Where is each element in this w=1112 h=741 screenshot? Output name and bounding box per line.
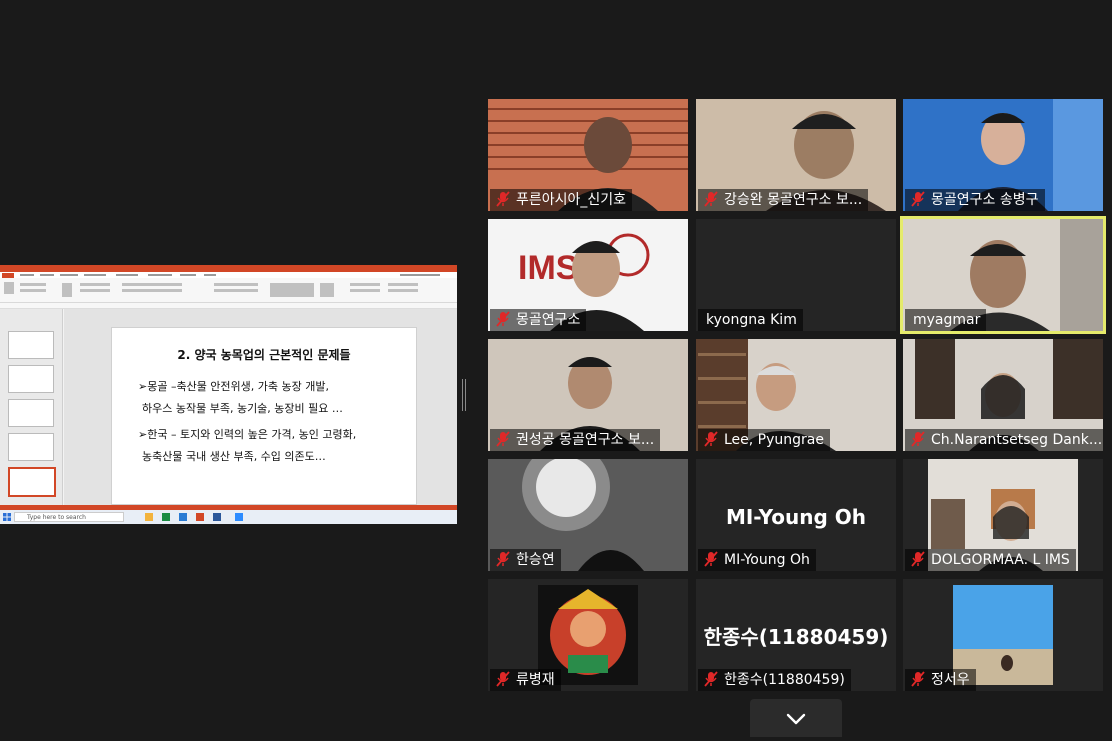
- video-tile[interactable]: DOLGORMAA. L IMS: [903, 459, 1103, 571]
- microphone-muted-icon: [496, 191, 510, 207]
- slide-thumbnail[interactable]: [8, 433, 54, 461]
- participant-display-name: 한종수(11880459): [703, 625, 889, 649]
- windows-taskbar: Type here to search: [0, 510, 457, 524]
- participant-name: 몽골연구소 송병구: [931, 192, 1039, 208]
- slide-bullet: 농축산물 국내 생산 부족, 수입 의존도…: [142, 450, 326, 463]
- participant-name: 몽골연구소: [516, 312, 581, 328]
- windows-start-icon[interactable]: [3, 513, 11, 521]
- participant-name: 한승연: [516, 552, 555, 568]
- participant-name-label: myagmar: [905, 309, 987, 331]
- participant-name-label: 몽골연구소 송병구: [905, 189, 1045, 211]
- file-explorer-icon[interactable]: [145, 513, 153, 521]
- participant-name-label: Lee, Pyungrae: [698, 429, 830, 451]
- video-tile[interactable]: 류병재: [488, 579, 688, 691]
- microphone-muted-icon: [911, 431, 925, 447]
- microphone-muted-icon: [496, 311, 510, 327]
- microphone-muted-icon: [911, 551, 925, 567]
- participant-name-label: 권성공 몽골연구소 보...: [490, 429, 661, 451]
- slide-thumbnail[interactable]: [8, 365, 54, 393]
- microphone-muted-icon: [496, 671, 510, 687]
- chrome-icon[interactable]: [162, 513, 170, 521]
- zoom-icon[interactable]: [235, 513, 243, 521]
- video-tile[interactable]: 정서우: [903, 579, 1103, 691]
- microphone-muted-icon: [496, 551, 510, 567]
- slide-bullet: 하우스 농작물 부족, 농기술, 농장비 필요 …: [142, 402, 343, 415]
- video-tile[interactable]: 푸른아시아_신기호: [488, 99, 688, 211]
- participant-name: Lee, Pyungrae: [724, 432, 824, 448]
- participant-name: kyongna Kim: [706, 312, 797, 328]
- video-tile[interactable]: 몽골연구소 송병구: [903, 99, 1103, 211]
- participant-name: 푸른아시아_신기호: [516, 192, 627, 208]
- participant-name-label: 정서우: [905, 669, 976, 691]
- slide-bullet: ➢몽골 –축산물 안전위생, 가축 농장 개발,: [138, 380, 329, 393]
- slide-bullet: ➢한국 – 토지와 인력의 높은 가격, 농인 고령화,: [138, 428, 357, 441]
- video-tile[interactable]: kyongna Kim: [696, 219, 896, 331]
- microphone-muted-icon: [704, 431, 718, 447]
- participant-name: 한종수(11880459): [724, 672, 845, 688]
- chevron-down-icon: [786, 713, 806, 725]
- slide-thumbnail[interactable]: [8, 399, 54, 427]
- next-page-button[interactable]: [750, 699, 842, 737]
- microphone-muted-icon: [704, 191, 718, 207]
- slide-title: 2. 양국 농목업의 근본적인 문제들: [177, 348, 351, 362]
- microphone-muted-icon: [911, 671, 925, 687]
- microphone-muted-icon: [704, 551, 718, 567]
- slide-thumbnail-selected[interactable]: [8, 467, 56, 497]
- video-tile[interactable]: 한종수(11880459) 한종수(11880459): [696, 579, 896, 691]
- participant-name-label: 한승연: [490, 549, 561, 571]
- slide-thumbnail[interactable]: [8, 331, 54, 359]
- video-tile[interactable]: IMS 몽골연구소: [488, 219, 688, 331]
- video-tile[interactable]: MI-Young Oh MI-Young Oh: [696, 459, 896, 571]
- participant-name-label: DOLGORMAA. L IMS: [905, 549, 1076, 571]
- microphone-muted-icon: [911, 191, 925, 207]
- powerpoint-titlebar: [0, 265, 457, 272]
- participant-name: Ch.Narantsetseg Dank...: [931, 432, 1103, 448]
- participant-name: 권성공 몽골연구소 보...: [516, 432, 655, 448]
- participant-name-label: 푸른아시아_신기호: [490, 189, 633, 211]
- svg-text:IMS: IMS: [518, 249, 578, 287]
- video-tile[interactable]: 권성공 몽골연구소 보...: [488, 339, 688, 451]
- participant-name-label: 한종수(11880459): [698, 669, 851, 691]
- video-tile[interactable]: 강승완 몽골연구소 보...: [696, 99, 896, 211]
- microphone-muted-icon: [496, 431, 510, 447]
- shared-screen[interactable]: 2. 양국 농목업의 근본적인 문제들 ➢몽골 –축산물 안전위생, 가축 농장…: [0, 265, 457, 524]
- slide-thumbnail-pane[interactable]: [0, 309, 63, 505]
- participant-name: DOLGORMAA. L IMS: [931, 552, 1070, 568]
- participant-name-label: 강승완 몽골연구소 보...: [698, 189, 869, 211]
- video-tile[interactable]: Lee, Pyungrae: [696, 339, 896, 451]
- participant-name-label: kyongna Kim: [698, 309, 803, 331]
- edge-icon[interactable]: [179, 513, 187, 521]
- participant-name: 류병재: [516, 672, 555, 688]
- participant-name: 강승완 몽골연구소 보...: [724, 192, 863, 208]
- powerpoint-ribbon: [0, 272, 457, 309]
- powerpoint-icon[interactable]: [196, 513, 204, 521]
- participant-name: MI-Young Oh: [724, 552, 810, 568]
- microphone-muted-icon: [704, 671, 718, 687]
- video-tile-active-speaker[interactable]: myagmar: [900, 216, 1106, 334]
- participant-name: 정서우: [931, 672, 970, 688]
- slide: 2. 양국 농목업의 근본적인 문제들 ➢몽골 –축산물 안전위생, 가축 농장…: [111, 327, 417, 505]
- participant-name-label: MI-Young Oh: [698, 549, 816, 571]
- split-handle-icon[interactable]: [462, 379, 466, 411]
- word-icon[interactable]: [213, 513, 221, 521]
- taskbar-search-input[interactable]: Type here to search: [14, 512, 124, 522]
- participant-name-label: 몽골연구소: [490, 309, 587, 331]
- participant-name-label: 류병재: [490, 669, 561, 691]
- video-tile[interactable]: Ch.Narantsetseg Dank...: [903, 339, 1103, 451]
- participant-display-name: MI-Young Oh: [725, 505, 867, 529]
- video-tile[interactable]: 한승연: [488, 459, 688, 571]
- participant-name: myagmar: [913, 312, 981, 328]
- participant-name-label: Ch.Narantsetseg Dank...: [905, 429, 1103, 451]
- ribbon-controls: [0, 272, 457, 303]
- slide-editor[interactable]: 2. 양국 농목업의 근본적인 문제들 ➢몽골 –축산물 안전위생, 가축 농장…: [64, 309, 457, 505]
